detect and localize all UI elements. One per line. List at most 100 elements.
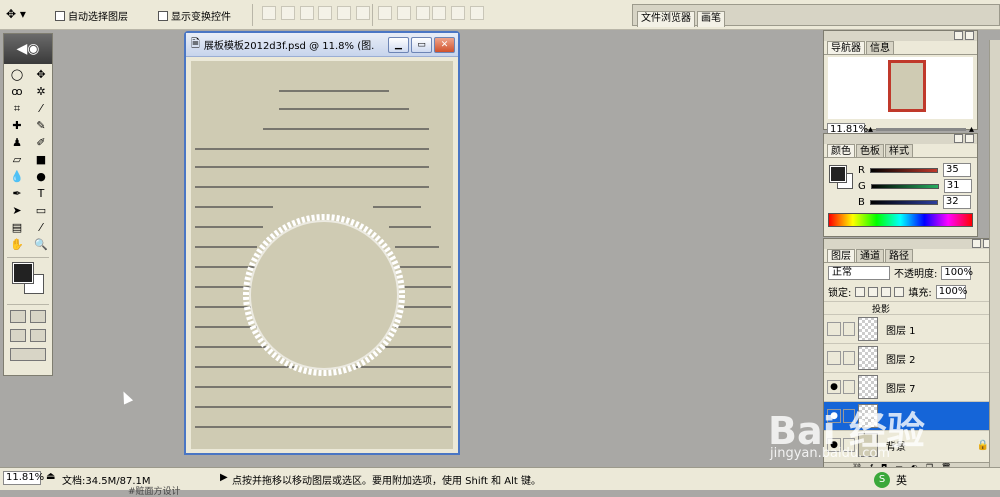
tab-styles[interactable]: 样式 bbox=[885, 144, 913, 157]
panel-minimize-button[interactable] bbox=[972, 239, 981, 248]
distribute-vcenter-icon[interactable] bbox=[397, 6, 411, 20]
navigator-thumbnail[interactable] bbox=[828, 57, 973, 119]
panel-titlebar[interactable] bbox=[824, 31, 977, 41]
tab-layers[interactable]: 图层 bbox=[827, 249, 855, 262]
link-toggle[interactable] bbox=[843, 322, 855, 336]
show-bounds-checkbox[interactable]: 显示变换控件 bbox=[158, 8, 231, 23]
gradient-tool-icon[interactable]: ■ bbox=[30, 152, 52, 167]
tab-swatches[interactable]: 色板 bbox=[856, 144, 884, 157]
visibility-toggle[interactable] bbox=[827, 322, 841, 336]
lock-transparency-icon[interactable] bbox=[855, 286, 866, 297]
path-selection-tool-icon[interactable]: ➤ bbox=[6, 203, 28, 218]
opacity-field[interactable]: 100% bbox=[941, 265, 973, 280]
panel-titlebar[interactable] bbox=[824, 134, 977, 144]
tab-navigator[interactable]: 导航器 bbox=[827, 41, 865, 54]
distribute-hcenter-icon[interactable] bbox=[451, 6, 465, 20]
link-toggle[interactable] bbox=[843, 380, 855, 394]
color-spectrum-bar[interactable] bbox=[828, 213, 973, 227]
type-tool-icon[interactable]: T bbox=[30, 186, 52, 201]
layer-row[interactable]: ● 图层 7 bbox=[824, 372, 995, 401]
shape-tool-icon[interactable]: ▭ bbox=[30, 203, 52, 218]
eye-icon[interactable]: ● bbox=[827, 380, 841, 394]
layer-row[interactable]: 图层 2 bbox=[824, 343, 995, 372]
view-box[interactable] bbox=[888, 60, 926, 112]
tab-brushes[interactable]: 画笔 bbox=[697, 11, 725, 27]
history-brush-tool-icon[interactable]: ✐ bbox=[30, 135, 52, 150]
auto-select-box[interactable] bbox=[55, 10, 65, 21]
crop-tool-icon[interactable]: ⌗ bbox=[6, 101, 28, 116]
distribute-bottom-icon[interactable] bbox=[416, 6, 430, 20]
panel-titlebar[interactable] bbox=[824, 239, 995, 249]
zoom-slider[interactable] bbox=[876, 128, 966, 131]
screen-mode-1-icon[interactable] bbox=[10, 329, 26, 342]
standard-mode-icon[interactable] bbox=[10, 310, 26, 323]
channel-b-slider[interactable] bbox=[869, 199, 938, 205]
channel-g-value[interactable]: 31 bbox=[943, 179, 972, 193]
move-tool-icon[interactable]: ✥ bbox=[30, 67, 52, 82]
tab-channels[interactable]: 通道 bbox=[856, 249, 884, 262]
distribute-right-icon[interactable] bbox=[470, 6, 484, 20]
marquee-tool-icon[interactable]: ◯ bbox=[6, 67, 28, 82]
distribute-left-icon[interactable] bbox=[432, 6, 446, 20]
document-titlebar[interactable]: 🗎 展板模板2012d3f.psd @ 11.8% (图... ▁ ▭ ✕ bbox=[186, 33, 458, 57]
right-scrollbar[interactable] bbox=[989, 40, 1000, 470]
close-button[interactable]: ✕ bbox=[434, 36, 455, 53]
dodge-tool-icon[interactable]: ● bbox=[30, 169, 52, 184]
panel-close-button[interactable] bbox=[965, 31, 974, 40]
layer-row[interactable]: 图层 1 bbox=[824, 314, 995, 343]
tab-color[interactable]: 颜色 bbox=[827, 144, 855, 157]
channel-g-slider[interactable] bbox=[870, 183, 939, 189]
screen-mode-2-icon[interactable] bbox=[30, 329, 46, 342]
tab-paths[interactable]: 路径 bbox=[885, 249, 913, 262]
channel-r-value[interactable]: 35 bbox=[942, 163, 971, 177]
minimize-button[interactable]: ▁ bbox=[388, 36, 409, 53]
align-top-icon[interactable] bbox=[262, 6, 276, 20]
align-bottom-icon[interactable] bbox=[300, 6, 314, 20]
align-vcenter-icon[interactable] bbox=[281, 6, 295, 20]
foreground-color-swatch[interactable] bbox=[12, 262, 34, 284]
ime-s-icon[interactable]: S bbox=[874, 472, 890, 488]
panel-close-button[interactable] bbox=[965, 134, 974, 143]
color-panel-foreground-swatch[interactable] bbox=[829, 165, 847, 183]
brush-tool-icon[interactable]: ✎ bbox=[30, 118, 52, 133]
channel-r-slider[interactable] bbox=[869, 167, 938, 173]
status-arrow-icon[interactable]: ⏏ bbox=[46, 471, 55, 482]
align-right-icon[interactable] bbox=[356, 6, 370, 20]
healing-brush-tool-icon[interactable]: ✚ bbox=[6, 118, 28, 133]
hand-tool-icon[interactable]: ✋ bbox=[6, 237, 28, 252]
lasso-tool-icon[interactable]: ꝏ bbox=[6, 84, 28, 99]
lock-pixels-icon[interactable] bbox=[868, 286, 879, 297]
link-toggle[interactable] bbox=[843, 351, 855, 365]
eyedropper-tool-icon[interactable]: ⁄ bbox=[30, 220, 52, 235]
move-tool-icon[interactable]: ✥ ▾ bbox=[6, 7, 40, 23]
zoom-tool-icon[interactable]: 🔍 bbox=[30, 237, 52, 252]
ime-language[interactable]: 英 bbox=[896, 472, 907, 488]
eraser-tool-icon[interactable]: ▱ bbox=[6, 152, 28, 167]
auto-select-checkbox[interactable]: 自动选择图层 bbox=[55, 8, 128, 23]
panel-minimize-button[interactable] bbox=[954, 134, 963, 143]
lock-position-icon[interactable] bbox=[881, 286, 892, 297]
lock-all-icon[interactable] bbox=[894, 286, 905, 297]
visibility-toggle[interactable] bbox=[827, 351, 841, 365]
magic-wand-tool-icon[interactable]: ✲ bbox=[30, 84, 52, 99]
maximize-button[interactable]: ▭ bbox=[411, 36, 432, 53]
panel-minimize-button[interactable] bbox=[954, 31, 963, 40]
document-canvas[interactable] bbox=[191, 61, 453, 449]
fill-field[interactable]: 100% bbox=[935, 284, 967, 299]
tab-file-browser[interactable]: 文件浏览器 bbox=[637, 11, 695, 27]
align-left-icon[interactable] bbox=[318, 6, 332, 20]
clone-stamp-tool-icon[interactable]: ♟ bbox=[6, 135, 28, 150]
pen-tool-icon[interactable]: ✒ bbox=[6, 186, 28, 201]
tab-info[interactable]: 信息 bbox=[866, 41, 894, 54]
blur-tool-icon[interactable]: 💧 bbox=[6, 169, 28, 184]
blend-mode-select[interactable]: 正常 bbox=[828, 265, 890, 280]
layer-effect-row[interactable]: 投影 bbox=[824, 301, 995, 315]
channel-b-value[interactable]: 32 bbox=[942, 195, 971, 209]
slice-tool-icon[interactable]: ⁄ bbox=[30, 101, 52, 116]
quick-mask-mode-icon[interactable] bbox=[30, 310, 46, 323]
distribute-top-icon[interactable] bbox=[378, 6, 392, 20]
show-bounds-box[interactable] bbox=[158, 10, 168, 21]
notes-tool-icon[interactable]: ▤ bbox=[6, 220, 28, 235]
align-hcenter-icon[interactable] bbox=[337, 6, 351, 20]
status-zoom-field[interactable]: 11.81% bbox=[3, 471, 44, 485]
